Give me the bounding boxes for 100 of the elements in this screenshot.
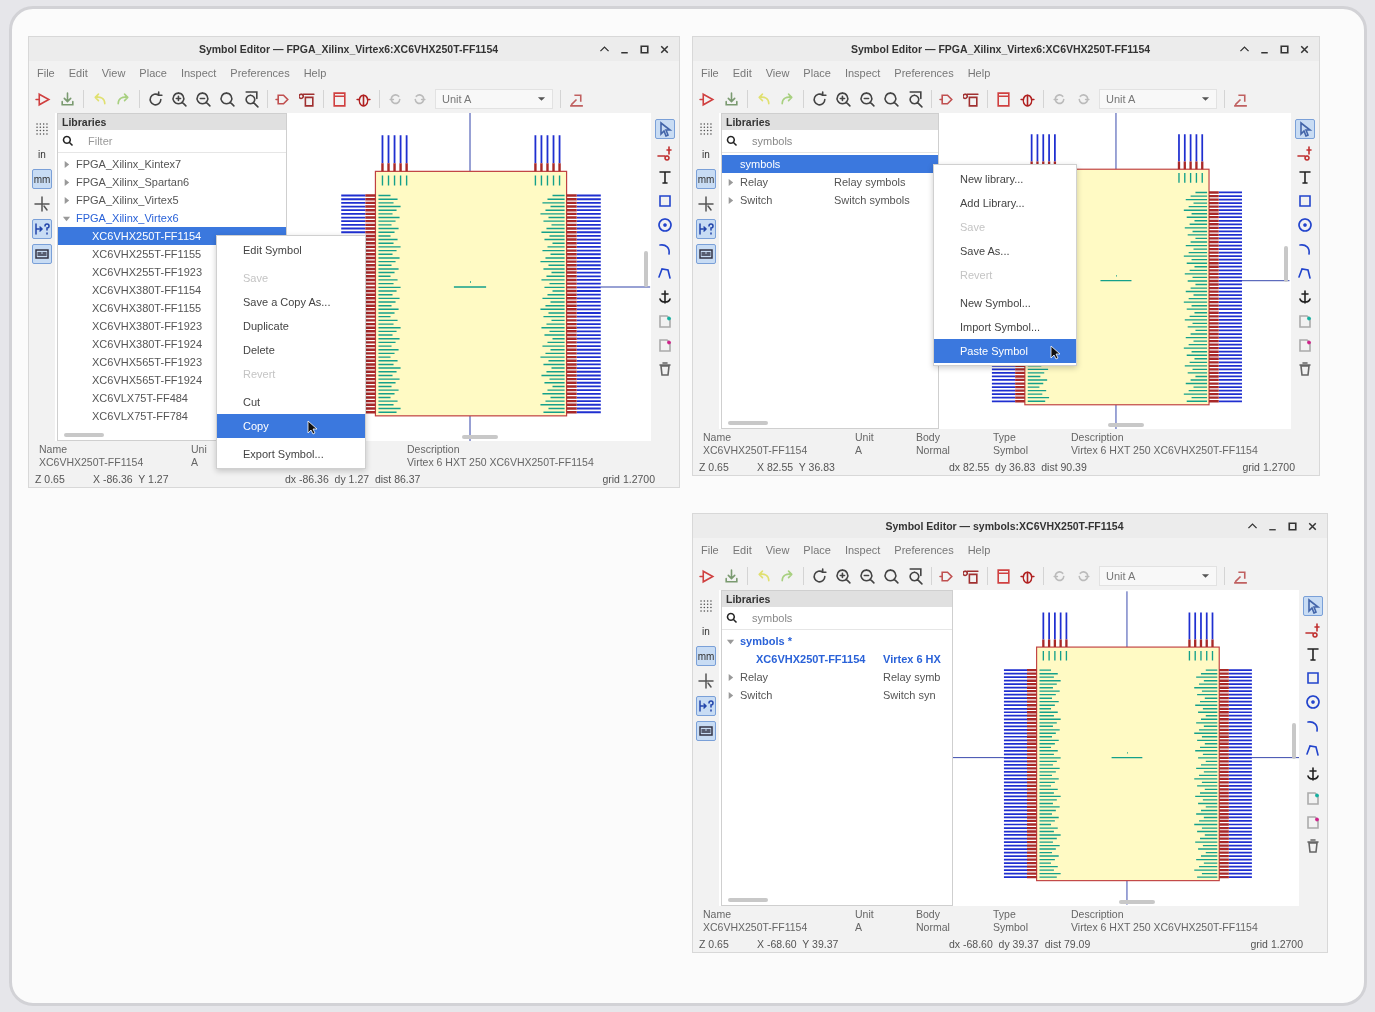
pin-tool[interactable] [1303, 620, 1323, 640]
menu-item[interactable]: Place [139, 67, 167, 79]
scrollbar-thumb[interactable] [1284, 245, 1288, 282]
scrollbar-thumb[interactable] [728, 898, 768, 902]
zoom-fit-icon[interactable] [883, 567, 900, 585]
pin-table-icon[interactable] [299, 90, 316, 108]
scrollbar-thumb[interactable] [1107, 423, 1144, 427]
tree-row[interactable]: Relay Relay symb [722, 668, 952, 686]
menu-item[interactable]: Inspect [180, 67, 217, 79]
menu-item[interactable]: File [701, 67, 719, 79]
crosshair-cursor-button[interactable] [32, 194, 52, 214]
zoom-area-icon[interactable] [907, 90, 924, 108]
scrollbar-thumb[interactable] [1119, 900, 1156, 904]
tree-row[interactable]: FPGA_Xilinx_Spartan6 [58, 173, 286, 191]
context-menu-item[interactable]: New Symbol... [934, 291, 1076, 315]
zoom-fit-icon[interactable] [883, 90, 900, 108]
refresh-icon[interactable] [811, 567, 828, 585]
tree-row[interactable]: symbols * [722, 632, 952, 650]
menu-item[interactable]: File [701, 544, 719, 556]
zoom-fit-icon[interactable] [219, 90, 236, 108]
select-arrow-tool[interactable] [1295, 119, 1315, 139]
expander-icon[interactable] [62, 177, 71, 187]
context-menu-item[interactable]: Export Symbol... [217, 442, 365, 466]
save-icon[interactable] [59, 90, 76, 108]
crosshair-cursor-button[interactable] [696, 671, 716, 691]
unit-dropdown[interactable]: Unit A [435, 89, 553, 109]
pin-tool[interactable] [655, 143, 675, 163]
save-icon[interactable] [723, 567, 740, 585]
expander-icon[interactable] [62, 159, 71, 169]
unit-button[interactable]: in [696, 144, 716, 164]
context-menu-item[interactable]: Save As... [934, 239, 1076, 263]
tree-row[interactable]: FPGA_Xilinx_Virtex6 [58, 209, 286, 227]
menu-item[interactable]: View [765, 544, 790, 556]
tree-row[interactable]: FPGA_Xilinx_Virtex5 [58, 191, 286, 209]
menu-item[interactable]: View [101, 67, 126, 79]
menu-item[interactable]: Edit [732, 67, 752, 79]
maximize-icon[interactable] [1286, 519, 1299, 533]
menu-item[interactable]: View [765, 67, 790, 79]
tree-row[interactable]: XC6VHX250T-FF1154 Virtex 6 HX [722, 650, 952, 668]
context-menu-item[interactable]: Delete [217, 338, 365, 362]
pin-length-button[interactable] [696, 696, 716, 716]
zoom-out-icon[interactable] [859, 567, 876, 585]
menu-item[interactable]: Preferences [230, 67, 290, 79]
menu-item[interactable]: Help [967, 67, 991, 79]
tree-row[interactable]: FPGA_Xilinx_Kintex7 [58, 155, 286, 173]
context-menu-item[interactable]: Import Symbol... [934, 315, 1076, 339]
context-menu-item[interactable]: Save a Copy As... [217, 290, 365, 314]
unit-button[interactable]: mm [32, 169, 52, 189]
scrollbar-thumb[interactable] [64, 433, 104, 437]
menu-item[interactable]: File [37, 67, 55, 79]
menu-item[interactable]: Edit [68, 67, 88, 79]
datasheet-icon[interactable] [331, 90, 348, 108]
crosshair-cursor-button[interactable] [696, 194, 716, 214]
unit-button[interactable]: in [696, 621, 716, 641]
refresh-icon[interactable] [811, 90, 828, 108]
select-arrow-tool[interactable] [1303, 596, 1323, 616]
pin-length-button[interactable] [696, 219, 716, 239]
datasheet-icon[interactable] [995, 90, 1012, 108]
context-menu-item[interactable]: Paste Symbol [934, 339, 1076, 363]
expander-icon[interactable] [726, 690, 735, 700]
unit-button[interactable]: mm [696, 169, 716, 189]
context-menu-item[interactable]: Copy [217, 414, 365, 438]
pin-table-icon[interactable] [963, 567, 980, 585]
circle-tool[interactable] [1295, 215, 1315, 235]
select-arrow-tool[interactable] [655, 119, 675, 139]
menu-item[interactable]: Help [967, 544, 991, 556]
menu-item[interactable]: Inspect [844, 544, 881, 556]
zoom-out-icon[interactable] [859, 90, 876, 108]
new-symbol-icon[interactable] [35, 90, 52, 108]
context-menu-item[interactable]: Duplicate [217, 314, 365, 338]
zoom-in-icon[interactable] [835, 90, 852, 108]
scrollbar-thumb[interactable] [644, 250, 648, 287]
menu-item[interactable]: Preferences [894, 67, 954, 79]
zoom-in-icon[interactable] [835, 567, 852, 585]
new-symbol-icon[interactable] [699, 90, 716, 108]
menu-item[interactable]: Edit [732, 544, 752, 556]
zoom-area-icon[interactable] [243, 90, 260, 108]
circle-tool[interactable] [655, 215, 675, 235]
expander-icon[interactable] [62, 195, 71, 205]
menu-item[interactable]: Preferences [894, 544, 954, 556]
pin-length-button[interactable] [32, 219, 52, 239]
maximize-icon[interactable] [638, 42, 651, 56]
scrollbar-thumb[interactable] [728, 421, 768, 425]
save-icon[interactable] [723, 90, 740, 108]
unit-button[interactable]: in [32, 144, 52, 164]
unit-dropdown[interactable]: Unit A [1099, 89, 1217, 109]
menu-item[interactable]: Inspect [844, 67, 881, 79]
menu-item[interactable]: Place [803, 67, 831, 79]
pin-names-button[interactable] [696, 244, 716, 264]
menu-item[interactable]: Place [803, 544, 831, 556]
tree-row[interactable]: symbols [722, 155, 938, 173]
zoom-out-icon[interactable] [195, 90, 212, 108]
datasheet-icon[interactable] [995, 567, 1012, 585]
pin-tool[interactable] [1295, 143, 1315, 163]
maximize-icon[interactable] [1278, 42, 1291, 56]
pin-table-icon[interactable] [963, 90, 980, 108]
unit-button[interactable]: mm [696, 646, 716, 666]
circle-tool[interactable] [1303, 692, 1323, 712]
pin-names-button[interactable] [696, 721, 716, 741]
refresh-icon[interactable] [147, 90, 164, 108]
